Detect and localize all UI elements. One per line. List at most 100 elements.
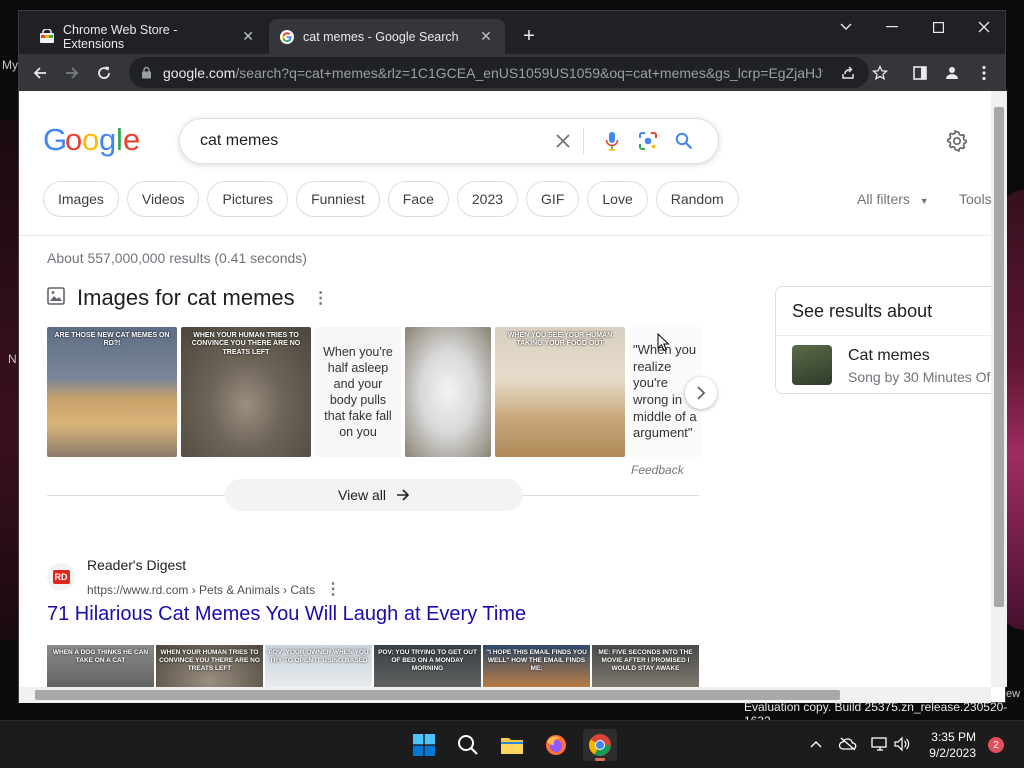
image-text: When you're half asleep and your body pu… bbox=[323, 345, 393, 439]
svg-text:g: g bbox=[99, 123, 115, 157]
knowledge-panel-thumbnail[interactable] bbox=[792, 345, 832, 385]
filter-chip[interactable]: Videos bbox=[126, 181, 200, 217]
system-clock[interactable]: 3:35 PM 9/2/2023 bbox=[920, 729, 976, 761]
settings-gear-icon[interactable] bbox=[945, 129, 969, 153]
close-tab-icon[interactable]: ✕ bbox=[239, 28, 257, 45]
google-results-page: G o o g l e cat memes Images Videos Pict… bbox=[19, 91, 991, 687]
profile-icon[interactable] bbox=[939, 60, 965, 86]
knowledge-panel-item-title[interactable]: Cat memes bbox=[848, 347, 930, 365]
voice-search-icon[interactable] bbox=[598, 127, 626, 155]
start-button[interactable] bbox=[407, 729, 441, 761]
all-filters-button[interactable]: All filters ▼ bbox=[857, 191, 929, 207]
vertical-scroll-thumb[interactable] bbox=[994, 107, 1004, 607]
filter-chip[interactable]: Face bbox=[387, 181, 449, 217]
tools-button[interactable]: Tools bbox=[959, 191, 991, 207]
lens-search-icon[interactable] bbox=[634, 127, 662, 155]
side-panel-icon[interactable] bbox=[907, 60, 933, 86]
image-icon bbox=[47, 286, 65, 310]
arrow-right-icon bbox=[396, 489, 410, 501]
tab-search-dropdown-icon[interactable] bbox=[823, 11, 869, 43]
search-box-divider bbox=[583, 128, 584, 154]
notification-badge[interactable]: 2 bbox=[988, 737, 1004, 753]
onedrive-offline-icon[interactable] bbox=[837, 733, 859, 755]
horizontal-scroll-thumb[interactable] bbox=[35, 690, 840, 700]
image-caption: ARE THOSE NEW CAT MEMES ON RD?! bbox=[54, 332, 170, 348]
favicon-text: RD bbox=[52, 570, 70, 584]
view-all-button[interactable]: View all bbox=[225, 479, 523, 511]
knowledge-panel-item-subtitle: Song by 30 Minutes Of bbox=[848, 369, 991, 385]
knowledge-panel-heading: See results about bbox=[792, 301, 933, 321]
image-carousel: ARE THOSE NEW CAT MEMES ON RD?! WHEN YOU… bbox=[47, 327, 701, 457]
desktop-icon-label: N bbox=[8, 352, 17, 366]
svg-text:l: l bbox=[116, 123, 122, 157]
close-window-button[interactable] bbox=[961, 11, 1007, 43]
chrome-taskbar-icon[interactable] bbox=[583, 729, 617, 761]
filter-chip[interactable]: Images bbox=[43, 181, 119, 217]
desktop-icon-label: My bbox=[2, 58, 18, 72]
firefox-icon[interactable] bbox=[539, 729, 573, 761]
clear-search-icon[interactable] bbox=[549, 127, 577, 155]
result-image[interactable]: POV: YOU TRYING TO GET OUT OF BED ON A M… bbox=[374, 645, 481, 687]
search-input[interactable]: cat memes bbox=[200, 132, 541, 150]
clock-time: 3:35 PM bbox=[931, 730, 976, 744]
image-result[interactable]: WHEN YOUR HUMAN TRIES TO CONVINCE YOU TH… bbox=[181, 327, 311, 457]
filter-chip[interactable]: GIF bbox=[526, 181, 580, 217]
search-box[interactable]: cat memes bbox=[179, 118, 719, 164]
url-text: google.com/search?q=cat+memes&rlz=1C1GCE… bbox=[163, 65, 823, 81]
image-result[interactable]: When you're half asleep and your body pu… bbox=[315, 327, 401, 457]
taskbar: 3:35 PM 9/2/2023 2 bbox=[0, 720, 1024, 768]
images-section-title[interactable]: Images for cat memes bbox=[77, 285, 295, 311]
filter-chip[interactable]: Love bbox=[587, 181, 648, 217]
address-bar[interactable]: google.com/search?q=cat+memes&rlz=1C1GCE… bbox=[129, 57, 869, 88]
google-logo[interactable]: G o o g l e bbox=[43, 122, 140, 165]
tab-title: Chrome Web Store - Extensions bbox=[63, 22, 178, 51]
close-tab-icon[interactable]: ✕ bbox=[477, 28, 495, 45]
result-image[interactable]: ME: FIVE SECONDS INTO THE MOVIE AFTER I … bbox=[592, 645, 699, 687]
result-image[interactable]: WHEN YOUR HUMAN TRIES TO CONVINCE YOU TH… bbox=[156, 645, 263, 687]
result-image[interactable]: POV: YOUR OWNER WHEN YOU TRY TO OPEN IT … bbox=[265, 645, 372, 687]
more-options-icon[interactable]: ⋮ bbox=[313, 288, 329, 308]
filter-chip[interactable]: Pictures bbox=[207, 181, 289, 217]
tab-chrome-web-store[interactable]: Chrome Web Store - Extensions ✕ bbox=[29, 19, 267, 54]
image-result[interactable] bbox=[405, 327, 491, 457]
image-result[interactable]: WHEN YOU SEE YOUR HUMAN TAKING YOUR FOOD… bbox=[495, 327, 625, 457]
more-options-icon[interactable]: ⋮ bbox=[325, 579, 341, 599]
file-explorer-icon[interactable] bbox=[495, 729, 529, 761]
image-caption: WHEN A DOG THINKS HE CAN TAKE ON A CAT bbox=[52, 649, 149, 664]
knowledge-panel-divider bbox=[776, 335, 991, 336]
image-result[interactable]: ARE THOSE NEW CAT MEMES ON RD?! bbox=[47, 327, 177, 457]
network-icon[interactable] bbox=[869, 733, 891, 755]
taskbar-search-icon[interactable] bbox=[451, 729, 485, 761]
volume-icon[interactable] bbox=[891, 733, 913, 755]
new-tab-button[interactable]: + bbox=[517, 25, 541, 49]
forward-button[interactable] bbox=[59, 60, 85, 86]
image-caption: "I HOPE THIS EMAIL FINDS YOU WELL" HOW T… bbox=[486, 649, 587, 672]
result-site-name[interactable]: Reader's Digest bbox=[87, 557, 186, 573]
svg-text:e: e bbox=[123, 123, 139, 157]
filter-chip[interactable]: Random bbox=[655, 181, 739, 217]
vertical-scrollbar[interactable] bbox=[991, 91, 1007, 687]
result-image[interactable]: WHEN A DOG THINKS HE CAN TAKE ON A CAT bbox=[47, 645, 154, 687]
share-icon[interactable] bbox=[835, 60, 861, 86]
reload-button[interactable] bbox=[91, 60, 117, 86]
back-button[interactable] bbox=[27, 60, 53, 86]
desktop-icon-label: ew bbox=[1006, 688, 1021, 700]
bookmark-star-icon[interactable] bbox=[867, 60, 893, 86]
show-hidden-icons-chevron[interactable] bbox=[805, 733, 827, 755]
result-image[interactable]: "I HOPE THIS EMAIL FINDS YOU WELL" HOW T… bbox=[483, 645, 590, 687]
maximize-button[interactable] bbox=[915, 11, 961, 43]
filter-chip[interactable]: Funniest bbox=[296, 181, 380, 217]
search-icon[interactable] bbox=[670, 127, 698, 155]
tab-google-search[interactable]: cat memes - Google Search ✕ bbox=[269, 19, 505, 54]
minimize-button[interactable] bbox=[869, 11, 915, 43]
feedback-link[interactable]: Feedback bbox=[631, 463, 684, 477]
result-breadcrumb[interactable]: https://www.rd.com › Pets & Animals › Ca… bbox=[87, 579, 341, 599]
image-caption: ME: FIVE SECONDS INTO THE MOVIE AFTER I … bbox=[598, 649, 693, 672]
more-menu-icon[interactable] bbox=[971, 60, 997, 86]
image-caption: WHEN YOU SEE YOUR HUMAN TAKING YOUR FOOD… bbox=[507, 332, 613, 348]
result-url: https://www.rd.com › Pets & Animals › Ca… bbox=[87, 583, 316, 597]
result-title-link[interactable]: 71 Hilarious Cat Memes You Will Laugh at… bbox=[47, 603, 526, 626]
lock-icon[interactable] bbox=[141, 66, 153, 79]
carousel-next-button[interactable] bbox=[685, 377, 717, 409]
filter-chip[interactable]: 2023 bbox=[456, 181, 519, 217]
